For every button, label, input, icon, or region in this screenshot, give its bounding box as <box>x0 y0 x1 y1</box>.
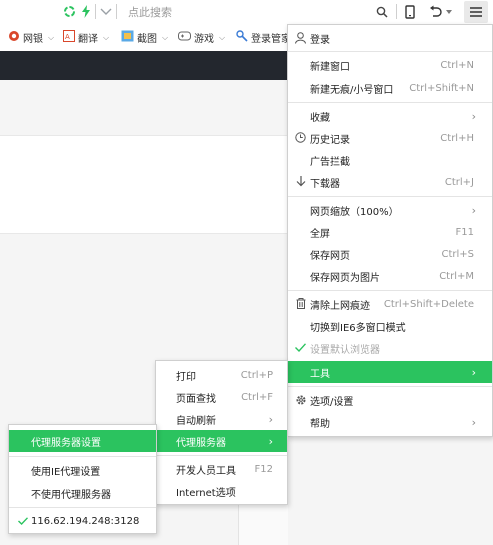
chevron-right-icon: › <box>268 434 273 448</box>
menu-item-print[interactable]: 打印 Ctrl+P <box>156 364 287 386</box>
shield-icon <box>8 30 20 45</box>
menu-item-devtools[interactable]: 开发人员工具 F12 <box>156 458 287 480</box>
scissors-icon <box>121 30 134 45</box>
translate-icon: A <box>63 30 75 45</box>
menu-item-proxy-settings[interactable]: 代理服务器设置 <box>9 430 156 452</box>
menu-divider <box>288 102 492 103</box>
menu-item-find[interactable]: 页面查找 Ctrl+F <box>156 386 287 408</box>
key-icon <box>236 30 248 45</box>
bookmark-label: 网银 <box>23 34 43 45</box>
menu-item-auto-refresh[interactable]: 自动刷新 › <box>156 408 287 430</box>
menu-divider <box>9 507 156 508</box>
bookmark-translate[interactable]: A 翻译 ⌵ <box>63 30 109 45</box>
check-icon <box>294 341 307 354</box>
tools-submenu: 打印 Ctrl+P 页面查找 Ctrl+F 自动刷新 › 代理服务器 › 开发人… <box>155 360 288 505</box>
menu-item-internet-options[interactable]: Internet选项 <box>156 480 287 502</box>
chevron-right-icon: › <box>471 109 476 123</box>
menu-item-clear-traces[interactable]: 清除上网痕迹 Ctrl+Shift+Delete <box>288 293 492 315</box>
menu-item-ie6-mode[interactable]: 切换到IE6多窗口模式 <box>288 315 492 337</box>
search-icon[interactable] <box>375 3 389 20</box>
chevron-right-icon: › <box>471 415 476 429</box>
proxy-submenu: 代理服务器设置 使用IE代理设置 不使用代理服务器 116.62.194.248… <box>8 424 157 534</box>
chevron-right-icon: › <box>268 412 273 426</box>
menu-divider <box>288 290 492 291</box>
bookmark-games[interactable]: 游戏 ⌵ <box>178 30 225 45</box>
undo-icon[interactable] <box>428 3 442 20</box>
clock-icon <box>294 131 307 144</box>
divider <box>95 4 96 19</box>
gear-icon <box>294 393 307 406</box>
recycle-icon[interactable] <box>62 3 76 20</box>
lightning-icon[interactable] <box>80 3 92 20</box>
chevron-right-icon: › <box>471 203 476 217</box>
menu-item-proxy[interactable]: 代理服务器 › <box>156 430 287 452</box>
menu-item-login[interactable]: 登录 <box>288 27 492 49</box>
menu-divider <box>9 456 156 457</box>
bookmark-label: 登录管家 <box>251 34 291 45</box>
menu-item-zoom[interactable]: 网页缩放（100%） › <box>288 199 492 221</box>
menu-icon[interactable] <box>464 1 488 23</box>
divider <box>396 4 397 19</box>
svg-text:A: A <box>65 33 70 41</box>
menu-item-fullscreen[interactable]: 全屏 F11 <box>288 221 492 243</box>
menu-item-use-ie-proxy[interactable]: 使用IE代理设置 <box>9 459 156 481</box>
menu-item-save-as-image[interactable]: 保存网页为图片 Ctrl+M <box>288 265 492 287</box>
trash-icon <box>294 297 307 310</box>
search-input[interactable]: 点此搜索 <box>128 4 172 20</box>
gamepad-icon <box>178 30 191 45</box>
phone-icon[interactable] <box>404 3 416 20</box>
menu-item-history[interactable]: 历史记录 Ctrl+H <box>288 127 492 149</box>
menu-divider <box>288 51 492 52</box>
menu-item-current-proxy[interactable]: 116.62.194.248:3128 <box>9 510 156 532</box>
chevron-right-icon: › <box>471 365 476 379</box>
menu-item-favorites[interactable]: 收藏 › <box>288 105 492 127</box>
bookmark-screenshot[interactable]: 截图 ⌵ <box>121 30 168 45</box>
bookmark-wangyin[interactable]: 网银 ⌵ <box>8 30 54 45</box>
divider <box>116 4 117 19</box>
chevron-down-icon[interactable] <box>444 3 454 20</box>
menu-divider <box>156 455 287 456</box>
bookmark-login-manager[interactable]: 登录管家 <box>236 30 291 45</box>
bookmark-label: 翻译 <box>78 34 98 45</box>
menu-item-new-incognito[interactable]: 新建无痕/小号窗口 Ctrl+Shift+N <box>288 77 492 99</box>
menu-item-new-window[interactable]: 新建窗口 Ctrl+N <box>288 54 492 76</box>
user-icon <box>294 31 307 44</box>
bookmark-label: 游戏 <box>194 34 214 45</box>
address-bar: 点此搜索 <box>0 0 493 24</box>
menu-divider <box>288 386 492 387</box>
menu-item-options[interactable]: 选项/设置 <box>288 389 492 411</box>
check-icon <box>16 514 29 527</box>
menu-item-save-page[interactable]: 保存网页 Ctrl+S <box>288 243 492 265</box>
menu-item-default-browser[interactable]: 设置默认浏览器 <box>288 337 492 359</box>
menu-item-tools[interactable]: 工具 › <box>288 361 492 383</box>
menu-item-downloads[interactable]: 下载器 Ctrl+J <box>288 171 492 193</box>
menu-item-help[interactable]: 帮助 › <box>288 411 492 433</box>
chevron-down-icon[interactable] <box>99 3 113 20</box>
download-icon <box>294 175 307 188</box>
menu-divider <box>288 196 492 197</box>
main-menu: 登录 新建窗口 Ctrl+N 新建无痕/小号窗口 Ctrl+Shift+N 收藏… <box>287 24 493 437</box>
bookmark-label: 截图 <box>137 34 157 45</box>
menu-item-adblock[interactable]: 广告拦截 <box>288 149 492 171</box>
menu-item-no-proxy[interactable]: 不使用代理服务器 <box>9 482 156 504</box>
